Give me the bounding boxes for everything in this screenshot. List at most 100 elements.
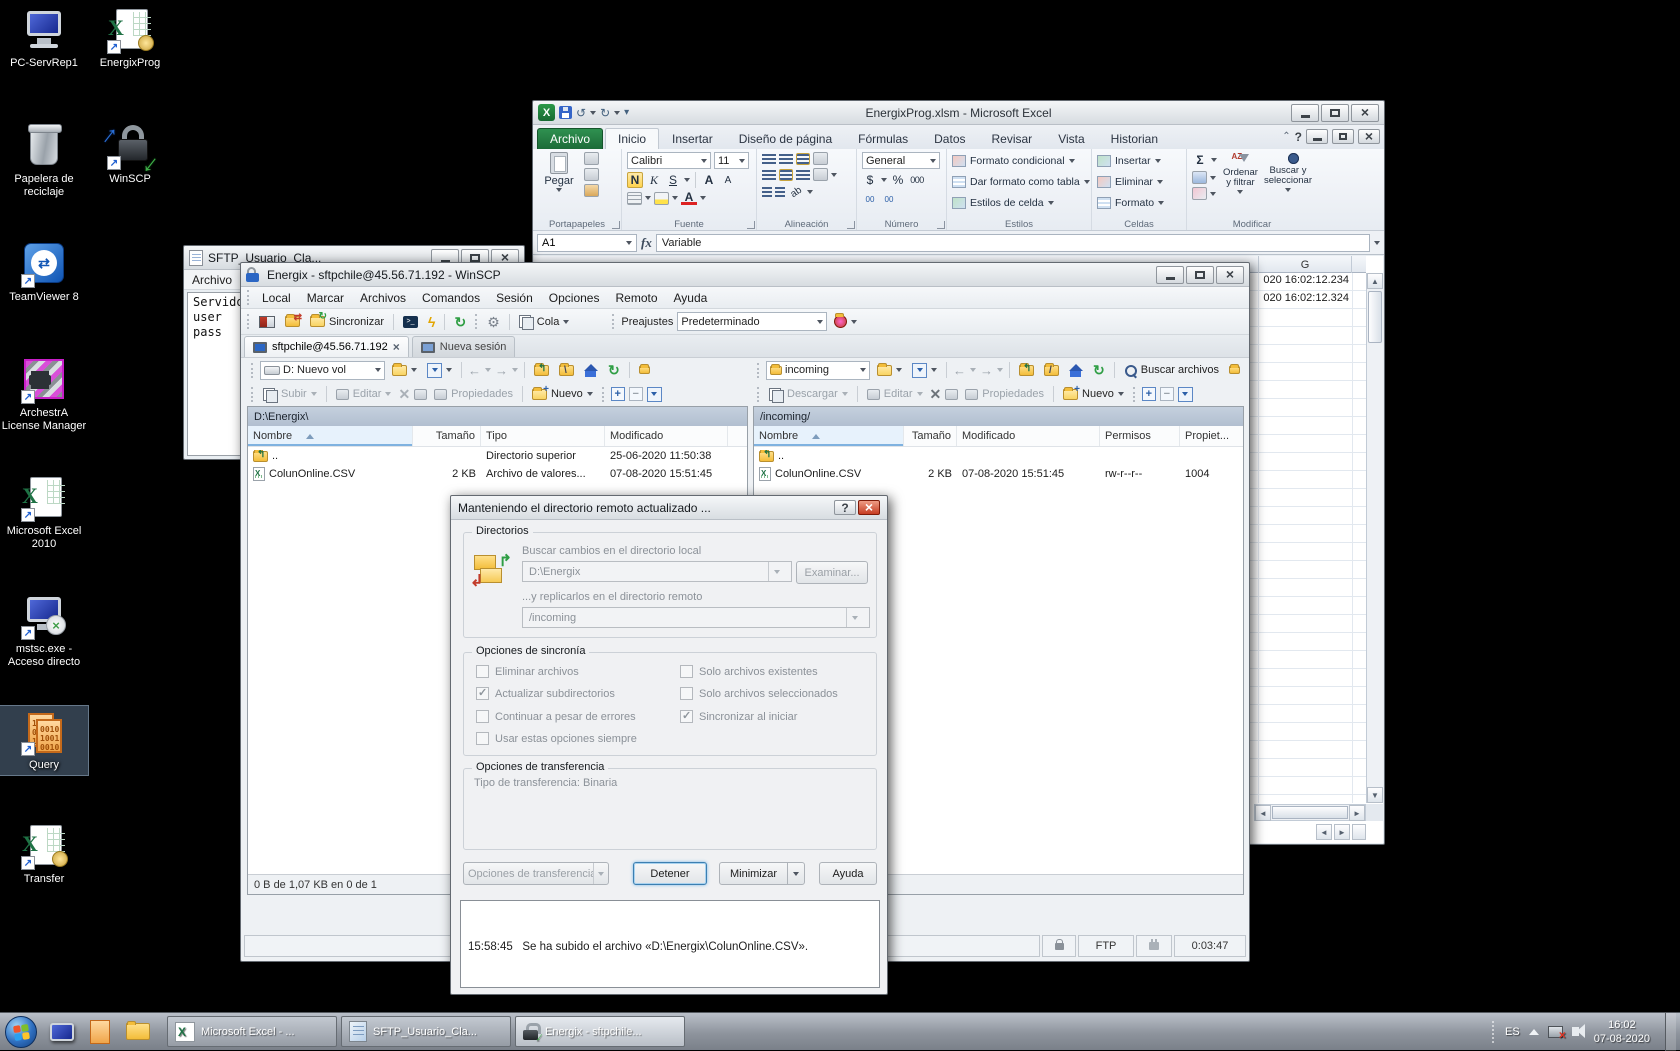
pinned-app-icon-2[interactable] [86, 1018, 114, 1046]
menu-marcar[interactable]: Marcar [301, 289, 350, 307]
align-middle-icon[interactable] [779, 154, 793, 164]
show-hidden-icons-icon[interactable] [1529, 1029, 1539, 1035]
minimize-split-button[interactable]: Minimizar [719, 862, 805, 885]
grow-font-button[interactable]: A [701, 172, 717, 188]
format-painter-icon[interactable] [584, 184, 599, 197]
vertical-scroll-thumb[interactable] [1368, 291, 1382, 343]
column-header-nombre[interactable]: Nombre [248, 426, 413, 446]
checkbox-solo-seleccionados[interactable]: Solo archivos seleccionados [680, 687, 838, 700]
minimize-button[interactable] [1156, 266, 1184, 284]
remote-filter-button[interactable] [909, 360, 940, 380]
local-properties-button[interactable]: Propiedades [431, 384, 516, 404]
format-cells-button[interactable]: Formato [1097, 194, 1164, 212]
menu-comandos[interactable]: Comandos [416, 289, 486, 307]
checkbox-actualizar-subdirectorios[interactable]: Actualizar subdirectorios [476, 687, 615, 700]
increase-decimal-icon[interactable]: 00 [862, 191, 878, 207]
language-indicator[interactable]: ES [1505, 1026, 1520, 1038]
checkbox-continuar-errores[interactable]: Continuar a pesar de errores [476, 710, 636, 723]
forward-icon[interactable]: → [980, 364, 993, 377]
taskbar-button-winscp[interactable]: ↓ Energix - sftpchile... [515, 1016, 685, 1047]
close-button[interactable] [1216, 266, 1244, 284]
remote-parent-directory-button[interactable]: ↰ [1016, 360, 1037, 380]
alignment-dialog-launcher[interactable] [847, 221, 855, 229]
desktop-icon-winscp[interactable]: ↑↓ WinSCP [86, 120, 174, 189]
close-button[interactable] [858, 500, 880, 515]
insert-cells-button[interactable]: Insertar [1097, 152, 1164, 170]
number-dialog-launcher[interactable] [937, 221, 945, 229]
scroll-left-icon[interactable]: ◄ [1255, 805, 1271, 821]
preferences-button[interactable]: ⚙ [484, 312, 503, 332]
transfer-settings-button[interactable]: ϟ [425, 312, 438, 332]
back-icon[interactable]: ← [468, 364, 481, 377]
open-console-button[interactable]: >_ [400, 312, 421, 332]
column-header-modificado[interactable]: Modificado [605, 426, 728, 446]
find-select-button[interactable]: Buscar y seleccionar [1264, 152, 1312, 192]
column-header-permisos[interactable]: Permisos [1100, 426, 1180, 446]
sync-log[interactable]: 15:58:45 Se ha subido el archivo «D:\Ene… [460, 900, 880, 988]
transfer-options-button[interactable] [831, 312, 860, 332]
column-header-tipo[interactable]: Tipo [481, 426, 605, 446]
scroll-up-icon[interactable]: ▲ [1367, 273, 1383, 289]
tab-datos[interactable]: Datos [921, 128, 978, 149]
font-color-button[interactable]: A [681, 191, 697, 205]
clipboard-dialog-launcher[interactable] [612, 221, 620, 229]
column-header-modificado[interactable]: Modificado [957, 426, 1100, 446]
show-desktop-button[interactable] [1665, 1013, 1676, 1051]
synchronize-browsing-button[interactable]: ⇄ [282, 312, 303, 332]
maximize-button[interactable] [1321, 104, 1349, 122]
ribbon-collapse-icon[interactable]: ⌃ [1282, 131, 1290, 142]
merge-center-icon[interactable] [813, 168, 828, 181]
help-button[interactable] [834, 500, 856, 515]
local-drive-combo[interactable]: D: Nuevo vol [260, 361, 385, 380]
formula-bar-expand-icon[interactable] [1374, 241, 1380, 245]
winscp-titlebar[interactable]: Energix - sftpchile@45.56.71.192 - WinSC… [241, 263, 1249, 287]
local-new-button[interactable]: +Nuevo [529, 384, 596, 404]
tab-revisar[interactable]: Revisar [979, 128, 1046, 149]
queue-button[interactable]: Cola [516, 312, 573, 332]
orientation-icon[interactable]: ab [785, 181, 807, 203]
file-row-parent[interactable]: ↰.. [754, 447, 1243, 465]
local-root-directory-button[interactable]: \ [556, 360, 577, 380]
menu-sesion[interactable]: Sesión [490, 289, 539, 307]
start-button[interactable] [5, 1016, 37, 1048]
align-bottom-icon[interactable] [796, 153, 810, 165]
stop-button[interactable]: Detener [633, 862, 707, 885]
local-select-icon[interactable]: + [611, 387, 625, 401]
local-filter-button[interactable] [424, 360, 455, 380]
copy-icon[interactable] [584, 168, 599, 181]
scroll-right-icon[interactable]: ► [1349, 805, 1365, 821]
close-button[interactable] [1351, 104, 1379, 122]
tab-inicio[interactable]: Inicio [605, 128, 659, 149]
checkbox-solo-existentes[interactable]: Solo archivos existentes [680, 665, 818, 678]
menu-remoto[interactable]: Remoto [609, 289, 663, 307]
font-size-combo[interactable]: 11 [714, 152, 749, 169]
decrease-indent-icon[interactable] [762, 187, 772, 197]
remote-root-directory-button[interactable]: / [1041, 360, 1062, 380]
local-edit-button[interactable]: Editar [333, 384, 395, 404]
formula-input[interactable]: Variable [656, 234, 1370, 252]
cell-value[interactable]: 020 16:02:12.324 [1257, 292, 1352, 309]
underline-button[interactable]: S [665, 172, 681, 188]
sheet-scroll-right-icon[interactable]: ► [1334, 824, 1350, 840]
tab-diseno[interactable]: Diseño de página [726, 128, 845, 149]
desktop-icon-transfer[interactable]: X Transfer [0, 820, 88, 889]
download-button[interactable]: Descargar [766, 384, 851, 404]
browse-button[interactable]: Examinar... [796, 561, 868, 584]
help-button[interactable]: Ayuda [819, 862, 877, 885]
comma-style-button[interactable]: 000 [909, 172, 925, 188]
remote-dir-combo[interactable]: /incoming [522, 607, 870, 628]
volume-icon[interactable] [1572, 1027, 1579, 1036]
vertical-scrollbar[interactable]: ▲ ▼ [1366, 273, 1383, 803]
menu-opciones[interactable]: Opciones [543, 289, 606, 307]
remote-filter-toggle-icon[interactable] [1178, 387, 1193, 402]
protocol-cell[interactable]: FTP [1078, 935, 1134, 957]
column-header-propietario[interactable]: Propiet... [1180, 426, 1243, 446]
back-icon[interactable]: ← [953, 364, 966, 377]
column-header-nombre[interactable]: Nombre [754, 426, 904, 446]
local-refresh-button[interactable]: ↻ [605, 360, 623, 380]
clear-icon[interactable] [1192, 187, 1207, 200]
desktop-icon-query[interactable]: 110100101001001010010010 Query [0, 706, 88, 775]
font-name-combo[interactable]: Calibri [627, 152, 711, 169]
compare-directories-button[interactable] [256, 312, 278, 332]
pinned-app-icon-1[interactable] [48, 1018, 76, 1046]
